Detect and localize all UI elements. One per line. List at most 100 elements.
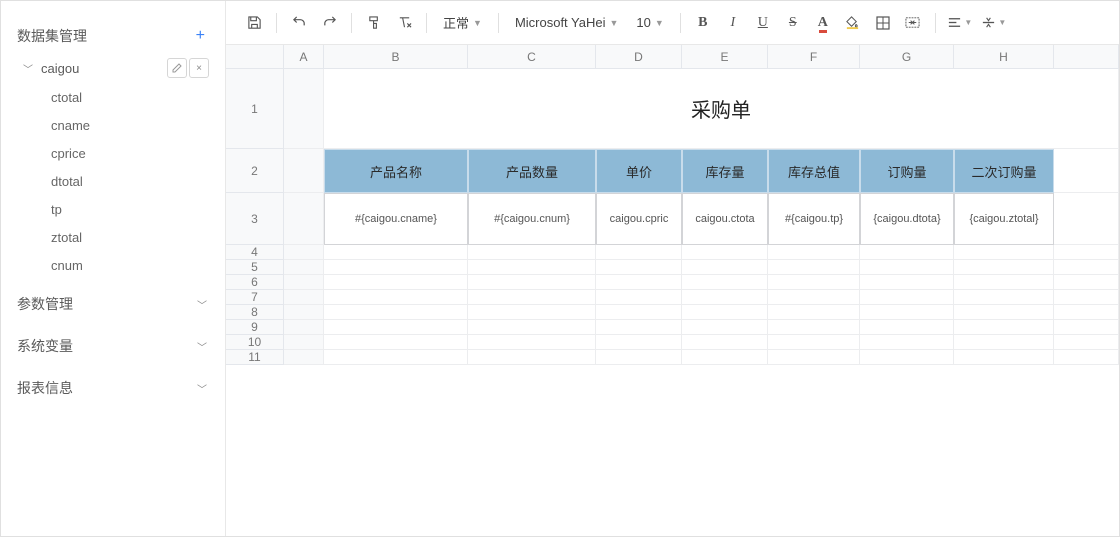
field-ztotal[interactable]: ztotal [51, 223, 211, 251]
cell-E7[interactable] [682, 290, 768, 305]
col-E[interactable]: E [682, 45, 768, 69]
cell-E3[interactable]: caigou.ctota [682, 193, 768, 245]
cell-C10[interactable] [468, 335, 596, 350]
row-8[interactable]: 8 [226, 305, 284, 320]
row-5[interactable]: 5 [226, 260, 284, 275]
col-A[interactable]: A [284, 45, 324, 69]
cell-C5[interactable] [468, 260, 596, 275]
cell-F6[interactable] [768, 275, 860, 290]
hdr-G2[interactable]: 订购量 [860, 149, 954, 193]
row-6[interactable]: 6 [226, 275, 284, 290]
cell-B9[interactable] [324, 320, 468, 335]
cell-D6[interactable] [596, 275, 682, 290]
cell-A10[interactable] [284, 335, 324, 350]
dataset-caigou[interactable]: ﹀ caigou × [15, 53, 211, 83]
cell-A8[interactable] [284, 305, 324, 320]
clear-format-button[interactable] [390, 9, 418, 37]
cell-A2[interactable] [284, 149, 324, 193]
row-3[interactable]: 3 [226, 193, 284, 245]
row-10[interactable]: 10 [226, 335, 284, 350]
cell-B11[interactable] [324, 350, 468, 365]
cell-A9[interactable] [284, 320, 324, 335]
cell-C3[interactable]: #{caigou.cnum} [468, 193, 596, 245]
cell-I9[interactable] [1054, 320, 1119, 335]
cell-F7[interactable] [768, 290, 860, 305]
cell-H3[interactable]: {caigou.ztotal} [954, 193, 1054, 245]
cell-A11[interactable] [284, 350, 324, 365]
cell-H10[interactable] [954, 335, 1054, 350]
field-cnum[interactable]: cnum [51, 251, 211, 279]
cell-C11[interactable] [468, 350, 596, 365]
cell-I10[interactable] [1054, 335, 1119, 350]
underline-button[interactable]: U [749, 9, 777, 37]
hdr-E2[interactable]: 库存量 [682, 149, 768, 193]
col-C[interactable]: C [468, 45, 596, 69]
row-1[interactable]: 1 [226, 69, 284, 149]
cell-E10[interactable] [682, 335, 768, 350]
cell-H7[interactable] [954, 290, 1054, 305]
cell-G5[interactable] [860, 260, 954, 275]
hdr-B2[interactable]: 产品名称 [324, 149, 468, 193]
redo-button[interactable] [315, 9, 343, 37]
row-7[interactable]: 7 [226, 290, 284, 305]
title-cell[interactable]: 采购单 [324, 69, 1119, 149]
col-H[interactable]: H [954, 45, 1054, 69]
cell-D5[interactable] [596, 260, 682, 275]
cell-I4[interactable] [1054, 245, 1119, 260]
row-2[interactable]: 2 [226, 149, 284, 193]
undo-button[interactable] [285, 9, 313, 37]
col-G[interactable]: G [860, 45, 954, 69]
cell-D10[interactable] [596, 335, 682, 350]
hdr-H2[interactable]: 二次订购量 [954, 149, 1054, 193]
cell-I3[interactable] [1054, 193, 1119, 245]
cell-G4[interactable] [860, 245, 954, 260]
cell-D7[interactable] [596, 290, 682, 305]
cell-G7[interactable] [860, 290, 954, 305]
style-dropdown[interactable]: 正常 ▼ [435, 9, 490, 37]
cell-F9[interactable] [768, 320, 860, 335]
cell-G3[interactable]: {caigou.dtota} [860, 193, 954, 245]
cell-F10[interactable] [768, 335, 860, 350]
cell-E5[interactable] [682, 260, 768, 275]
reportinfo-header[interactable]: 报表信息 ﹀ [15, 371, 211, 405]
cell-I11[interactable] [1054, 350, 1119, 365]
cell-E4[interactable] [682, 245, 768, 260]
cell-B4[interactable] [324, 245, 468, 260]
valign-button[interactable]: ▼ [978, 9, 1010, 37]
italic-button[interactable]: I [719, 9, 747, 37]
field-cprice[interactable]: cprice [51, 139, 211, 167]
param-mgmt-header[interactable]: 参数管理 ﹀ [15, 287, 211, 321]
cell-A3[interactable] [284, 193, 324, 245]
sysvar-header[interactable]: 系统变量 ﹀ [15, 329, 211, 363]
cell-E8[interactable] [682, 305, 768, 320]
cell-G8[interactable] [860, 305, 954, 320]
cell-G10[interactable] [860, 335, 954, 350]
cell-I8[interactable] [1054, 305, 1119, 320]
cell-B3[interactable]: #{caigou.cname} [324, 193, 468, 245]
format-painter-button[interactable] [360, 9, 388, 37]
cell-I2[interactable] [1054, 149, 1119, 193]
cell-B6[interactable] [324, 275, 468, 290]
field-cname[interactable]: cname [51, 111, 211, 139]
cell-H6[interactable] [954, 275, 1054, 290]
cell-F5[interactable] [768, 260, 860, 275]
cell-F8[interactable] [768, 305, 860, 320]
cell-A5[interactable] [284, 260, 324, 275]
strike-button[interactable]: S [779, 9, 807, 37]
col-extra[interactable] [1054, 45, 1119, 69]
cell-E9[interactable] [682, 320, 768, 335]
hdr-C2[interactable]: 产品数量 [468, 149, 596, 193]
remove-dataset-button[interactable]: × [189, 58, 209, 78]
col-F[interactable]: F [768, 45, 860, 69]
cell-D8[interactable] [596, 305, 682, 320]
cell-H8[interactable] [954, 305, 1054, 320]
edit-dataset-button[interactable] [167, 58, 187, 78]
cell-I7[interactable] [1054, 290, 1119, 305]
cell-D3[interactable]: caigou.cpric [596, 193, 682, 245]
bold-button[interactable]: B [689, 9, 717, 37]
field-ctotal[interactable]: ctotal [51, 83, 211, 111]
cell-F4[interactable] [768, 245, 860, 260]
fontsize-dropdown[interactable]: 10 ▼ [628, 9, 671, 37]
row-9[interactable]: 9 [226, 320, 284, 335]
cell-I6[interactable] [1054, 275, 1119, 290]
